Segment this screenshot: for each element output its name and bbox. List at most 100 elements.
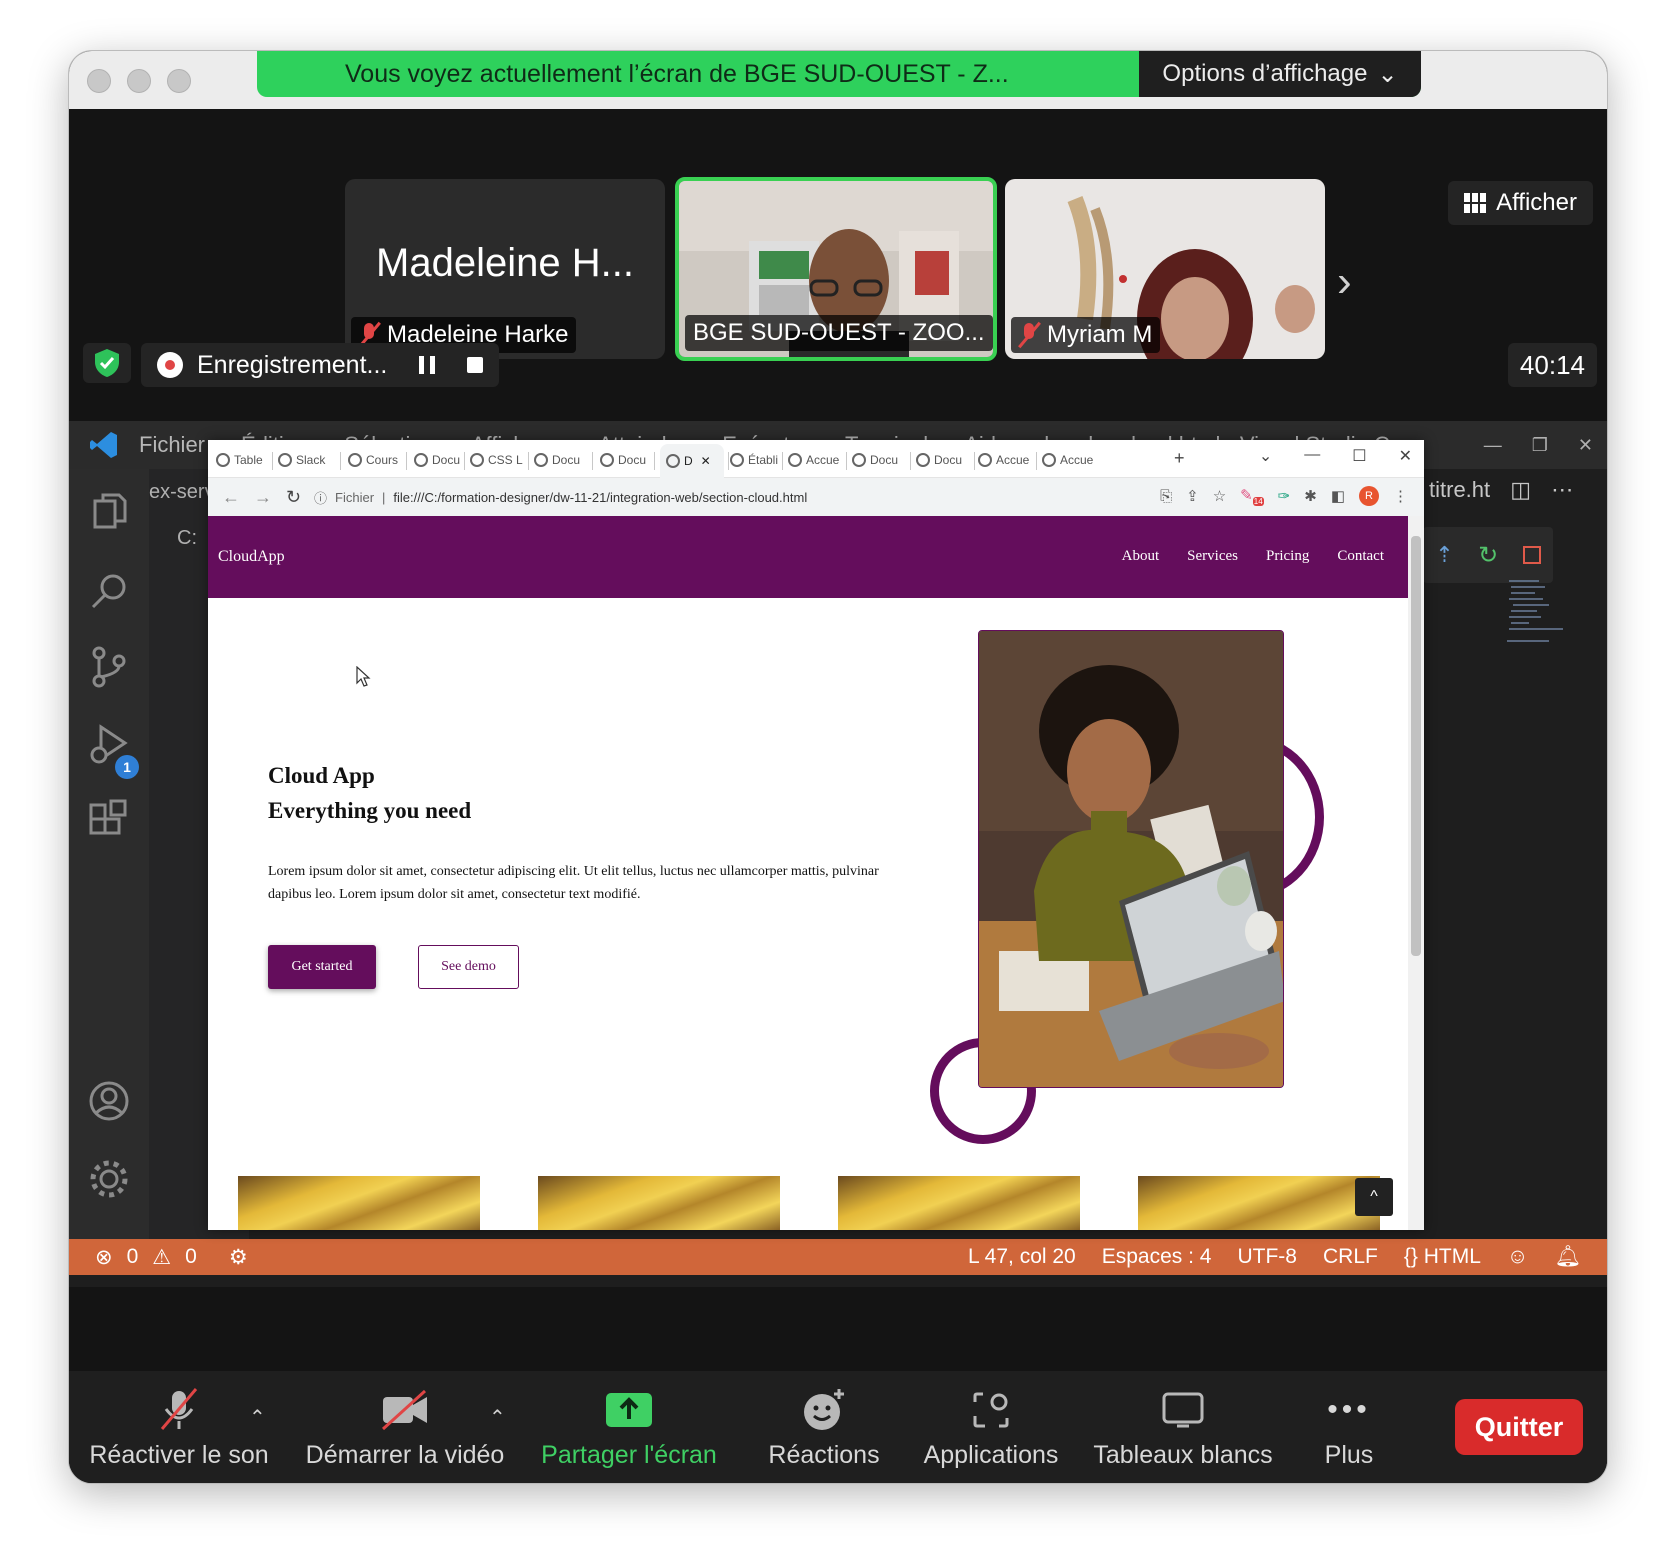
new-tab-plus-icon[interactable]: + [1174, 448, 1185, 469]
browser-tab[interactable]: Docu [534, 448, 588, 472]
site-nav-links: About Services Pricing Contact [1122, 548, 1384, 565]
language-mode[interactable]: {} HTML [1404, 1245, 1481, 1269]
close-icon[interactable]: ✕ [1399, 446, 1412, 466]
back-arrow-icon[interactable]: ← [222, 487, 240, 508]
close-tab-icon[interactable]: ✕ [701, 454, 711, 468]
indentation[interactable]: Espaces : 4 [1102, 1245, 1212, 1269]
tab-label: Table [234, 453, 263, 467]
site-logo[interactable]: CloudApp [218, 548, 285, 566]
more-button[interactable]: ••• Plus [1309, 1385, 1389, 1475]
browser-tab[interactable]: Établi [730, 448, 778, 472]
nav-pricing[interactable]: Pricing [1266, 548, 1309, 565]
view-options-button[interactable]: Options d’affichage ⌄ [1139, 51, 1421, 97]
close-icon[interactable]: ✕ [1578, 435, 1593, 456]
minimize-icon[interactable]: — [1304, 446, 1320, 466]
notifications-bell-icon[interactable]: 🔔︎ [1554, 1245, 1581, 1269]
tab-label: D [684, 454, 693, 468]
browser-tab[interactable]: D ✕ [660, 444, 724, 478]
menu-fichier[interactable]: Fichier [139, 432, 205, 458]
extension-badge-icon[interactable]: ✎14 [1240, 486, 1264, 506]
share-icon[interactable]: ⇪ [1186, 487, 1199, 505]
tab-favicon-icon [730, 453, 744, 467]
browser-tab[interactable]: CSS L [470, 448, 524, 472]
maximize-icon[interactable]: ☐ [1352, 446, 1366, 466]
restart-icon[interactable]: ↻ [1478, 541, 1498, 570]
browser-tab[interactable]: Slack [278, 448, 336, 472]
browser-tab[interactable]: Accue [1042, 448, 1096, 472]
info-icon[interactable]: ⓘ [314, 488, 327, 507]
maximize-window-button[interactable] [167, 69, 191, 93]
apps-button[interactable]: Applications [921, 1385, 1061, 1475]
translate-icon[interactable]: ⎘ [1160, 488, 1172, 505]
live-share-icon[interactable]: ⚙ [229, 1245, 248, 1270]
extensions-puzzle-icon[interactable]: ✱ [1304, 487, 1317, 505]
back-to-top-button[interactable]: ^ [1355, 1178, 1393, 1216]
participant-tile-bge[interactable]: BGE SUD-OUEST - ZOO... [675, 177, 997, 361]
step-out-icon[interactable]: ⇡ [1435, 542, 1453, 568]
tab-label: Accue [806, 453, 840, 467]
browser-tab[interactable]: Cours [348, 448, 402, 472]
color-picker-extension-icon[interactable]: ✑ [1278, 487, 1291, 505]
participant-name-large: Madeleine H... [376, 241, 634, 285]
unmute-button[interactable]: Réactiver le son [89, 1385, 269, 1475]
extensions-icon[interactable] [87, 799, 131, 843]
feedback-icon[interactable]: ☺ [1507, 1245, 1528, 1269]
profile-avatar[interactable]: R [1359, 486, 1379, 506]
minimize-icon[interactable]: — [1484, 435, 1502, 456]
participant-tile-madeleine[interactable]: Madeleine H... Madeleine Harke [345, 179, 665, 359]
browser-tab[interactable]: Accue [788, 448, 842, 472]
explorer-icon[interactable] [87, 489, 131, 533]
editor-tab-titre[interactable]: titre.ht ◫ ⋯ [1429, 477, 1573, 503]
audio-options-chevron-icon[interactable]: ⌃ [249, 1405, 266, 1430]
browser-menu-icon[interactable]: ⋮ [1393, 487, 1408, 505]
account-icon[interactable] [87, 1079, 131, 1123]
nav-contact[interactable]: Contact [1337, 548, 1384, 565]
next-page-icon[interactable]: › [1337, 257, 1352, 307]
stop-debug-icon[interactable] [1522, 546, 1541, 564]
security-shield-icon[interactable] [83, 343, 131, 383]
browser-tab[interactable]: Accue [978, 448, 1032, 472]
source-control-icon[interactable] [87, 645, 131, 689]
share-screen-button[interactable]: Partager l'écran [539, 1385, 719, 1475]
nav-services[interactable]: Services [1187, 548, 1238, 565]
show-gallery-button[interactable]: Afficher [1448, 181, 1593, 225]
browser-tab[interactable]: Docu [414, 448, 460, 472]
minimize-window-button[interactable] [127, 69, 151, 93]
forward-arrow-icon[interactable]: → [254, 487, 272, 508]
whiteboards-button[interactable]: Tableaux blancs [1093, 1385, 1273, 1475]
see-demo-button[interactable]: See demo [418, 945, 519, 989]
close-window-button[interactable] [87, 69, 111, 93]
quit-meeting-button[interactable]: Quitter [1455, 1399, 1583, 1455]
nav-about[interactable]: About [1122, 548, 1160, 565]
side-panel-icon[interactable]: ◧ [1331, 487, 1345, 505]
line-ending[interactable]: CRLF [1323, 1245, 1378, 1269]
browser-tab[interactable]: Table [216, 448, 268, 472]
settings-gear-icon[interactable] [87, 1157, 131, 1201]
encoding[interactable]: UTF-8 [1237, 1245, 1297, 1269]
participant-tile-myriam[interactable]: Myriam M [1005, 179, 1325, 359]
browser-scrollbar[interactable] [1408, 516, 1424, 1230]
more-actions-icon[interactable]: ⋯ [1551, 477, 1573, 502]
restore-icon[interactable]: ❐ [1532, 435, 1548, 456]
browser-tab[interactable]: Docu [600, 448, 650, 472]
search-icon[interactable] [87, 569, 131, 613]
video-options-chevron-icon[interactable]: ⌃ [489, 1405, 506, 1430]
minimap[interactable] [1499, 571, 1589, 661]
errors-icon[interactable]: ⊗ [95, 1245, 113, 1270]
warnings-icon[interactable]: ⚠ [152, 1245, 171, 1270]
get-started-button[interactable]: Get started [268, 945, 376, 989]
stop-icon[interactable] [467, 357, 484, 373]
warnings-count[interactable]: 0 [185, 1245, 197, 1269]
cursor-position[interactable]: L 47, col 20 [968, 1245, 1076, 1269]
browser-tab[interactable]: Docu [916, 448, 970, 472]
reload-icon[interactable]: ↻ [286, 487, 301, 508]
pause-icon[interactable] [419, 356, 436, 374]
browser-tab[interactable]: Docu [852, 448, 906, 472]
url-field[interactable]: ⓘ Fichier | file:///C:/formation-designe… [314, 484, 1154, 510]
start-video-button[interactable]: Démarrer la vidéo [305, 1385, 505, 1475]
split-editor-icon[interactable]: ◫ [1510, 477, 1531, 502]
errors-count[interactable]: 0 [127, 1245, 139, 1269]
bookmark-star-icon[interactable]: ☆ [1213, 487, 1226, 505]
reactions-button[interactable]: Réactions [759, 1385, 889, 1475]
tab-search-chevron-icon[interactable]: ⌄ [1259, 446, 1272, 466]
